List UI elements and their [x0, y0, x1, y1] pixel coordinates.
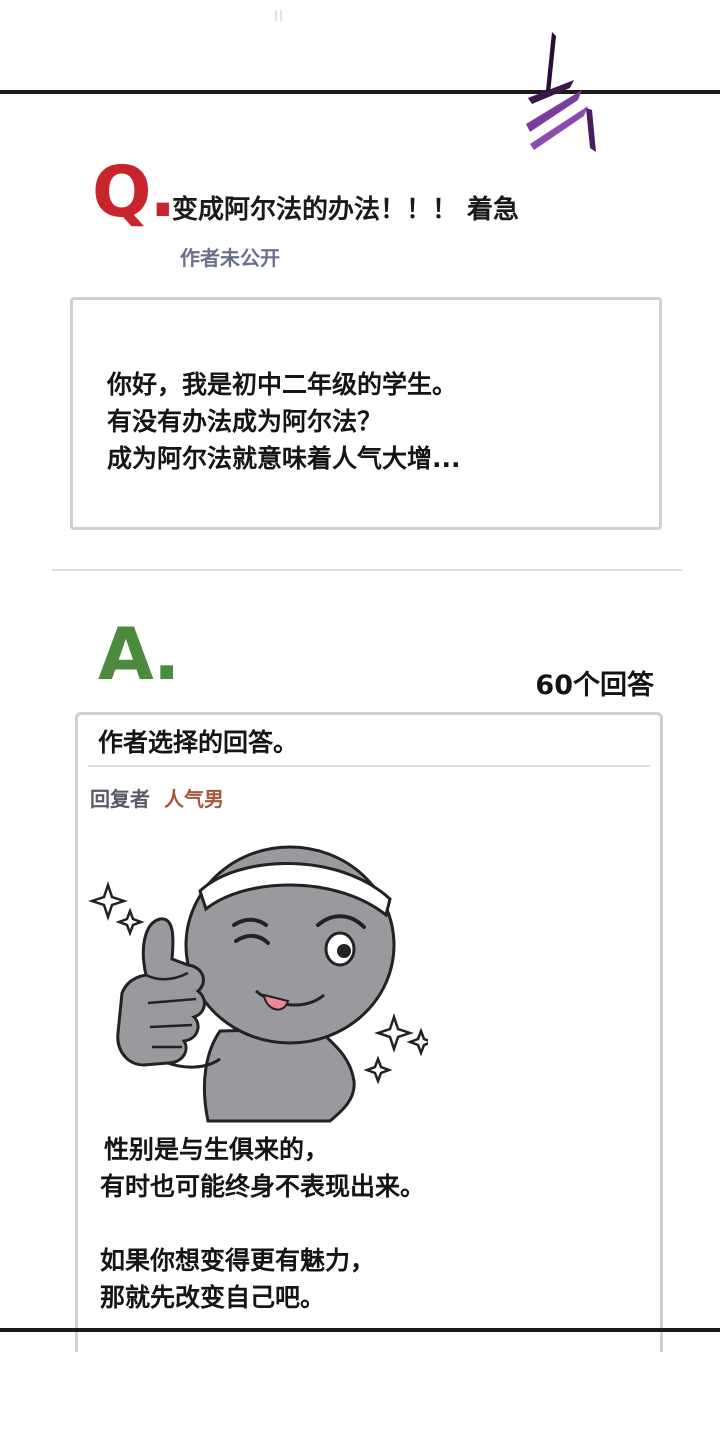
- question-author: 作者未公开: [180, 246, 280, 270]
- answer-body-line: 性别是与生俱来的，: [104, 1135, 330, 1164]
- sparkle-icon: [363, 1055, 393, 1085]
- section-divider: [52, 569, 682, 571]
- question-body-line: 成为阿尔法就意味着人气大增...: [107, 444, 461, 473]
- slash-effect-icon: [526, 32, 596, 152]
- question-title: 变成阿尔法的办法！！！ 着急: [172, 195, 520, 225]
- chosen-answer-label: 作者选择的回答。: [98, 728, 299, 757]
- top-tick-marks: [275, 10, 282, 21]
- answer-body-line: [100, 1205, 425, 1242]
- replier-line: 回复者 人气男: [90, 785, 224, 813]
- answer-body-line: 那就先改变自己吧。: [100, 1283, 326, 1312]
- sparkle-icon: [374, 1013, 414, 1053]
- answer-marker: A.: [98, 612, 180, 696]
- thumbs-up-character-illustration: [88, 845, 428, 1123]
- replier-name[interactable]: 人气男: [164, 787, 224, 811]
- answer-body-line: 如果你想变得更有魅力，: [100, 1246, 376, 1275]
- answer-header-divider: [88, 765, 650, 767]
- replier-label: 回复者: [90, 787, 150, 811]
- sparkle-icon: [88, 881, 128, 921]
- answer-card: 作者选择的回答。 回复者 人气男 性别是与生俱来的， 有时也可能终身不表现出来。…: [75, 712, 663, 1352]
- question-marker: Q.: [92, 151, 176, 233]
- question-body: 你好，我是初中二年级的学生。 有没有办法成为阿尔法？ 成为阿尔法就意味着人气大增…: [107, 366, 461, 477]
- answer-body: 性别是与生俱来的， 有时也可能终身不表现出来。 如果你想变得更有魅力， 那就先改…: [100, 1131, 425, 1316]
- bottom-panel-border: [0, 1328, 720, 1332]
- question-body-line: 有没有办法成为阿尔法？: [107, 407, 383, 436]
- answer-body-line: 有时也可能终身不表现出来。: [100, 1172, 426, 1201]
- sparkle-icon: [406, 1027, 428, 1057]
- answer-count[interactable]: 60个回答: [535, 667, 654, 705]
- sparkle-icon: [115, 907, 145, 937]
- top-panel-border: [0, 90, 720, 94]
- question-content-box: 你好，我是初中二年级的学生。 有没有办法成为阿尔法？ 成为阿尔法就意味着人气大增…: [70, 297, 662, 530]
- question-body-line: 你好，我是初中二年级的学生。: [107, 370, 458, 399]
